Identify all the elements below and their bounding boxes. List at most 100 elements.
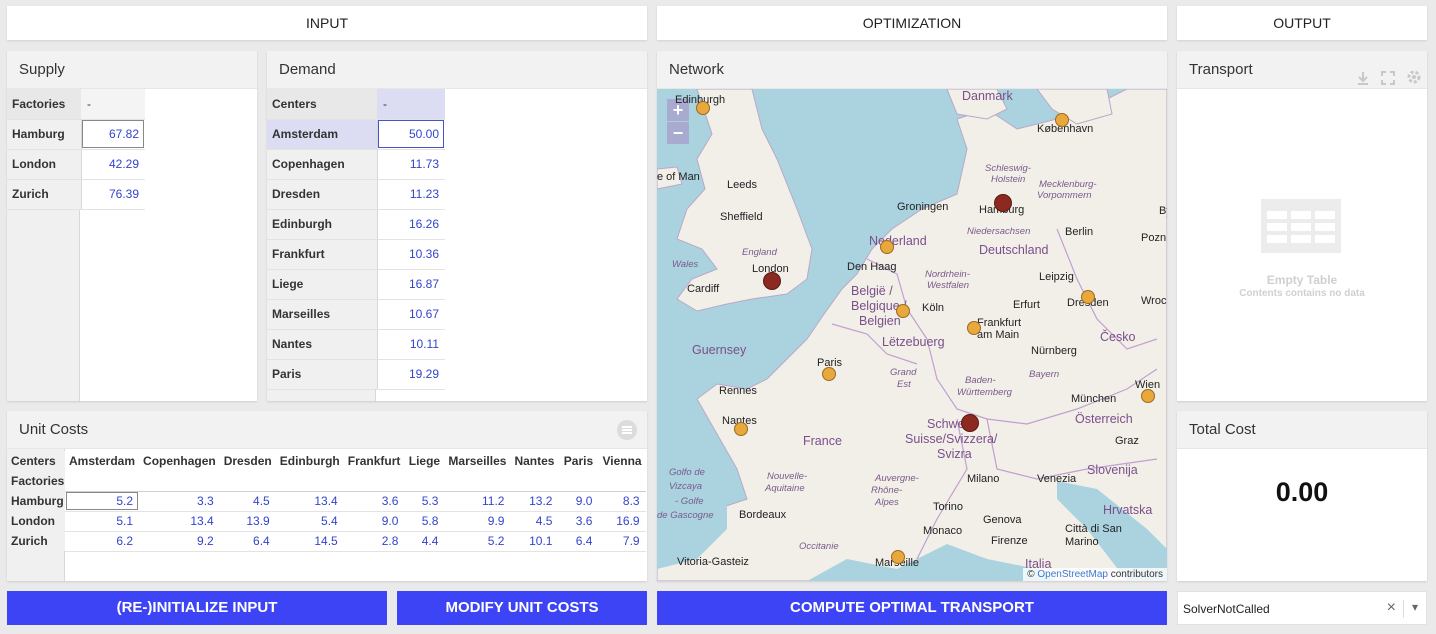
unit-cost-cell[interactable]: 3.6 bbox=[343, 491, 405, 512]
compute-optimal-transport-button[interactable]: COMPUTE OPTIMAL TRANSPORT bbox=[657, 591, 1167, 625]
optimization-header: OPTIMIZATION bbox=[657, 6, 1167, 40]
demand-cell[interactable]: 10.67 bbox=[377, 299, 445, 330]
factory-marker-london[interactable] bbox=[763, 272, 781, 290]
expand-icon[interactable] bbox=[1381, 62, 1395, 85]
center-marker-copenhagen[interactable] bbox=[1055, 113, 1069, 127]
map-label: am Main bbox=[977, 329, 1020, 341]
unit-cost-cell[interactable]: 5.1 bbox=[65, 511, 140, 532]
supply-value-header[interactable]: - bbox=[81, 89, 145, 120]
chevron-down-icon[interactable]: ▾ bbox=[1412, 600, 1418, 614]
unit-cost-cell[interactable]: 3.3 bbox=[139, 491, 220, 512]
unit-cost-cell[interactable]: 13.2 bbox=[510, 491, 559, 512]
unit-cost-cell[interactable]: 13.4 bbox=[275, 491, 344, 512]
factory-marker-zurich[interactable] bbox=[961, 414, 979, 432]
demand-cell[interactable]: 19.29 bbox=[377, 359, 445, 390]
total-cost-title: Total Cost bbox=[1177, 411, 1427, 449]
map-label: Venezia bbox=[1037, 473, 1077, 485]
center-marker-nantes[interactable] bbox=[734, 422, 748, 436]
unit-cost-cell[interactable]: 9.2 bbox=[139, 531, 220, 552]
map-label: Köln bbox=[922, 302, 945, 314]
supply-cell[interactable]: 67.82 bbox=[81, 119, 145, 150]
table-row: Hamburg 5.2 3.3 4.5 13.4 3.6 5.3 11.2 13… bbox=[7, 491, 646, 512]
map-label: Rhône- bbox=[871, 485, 903, 496]
supply-title: Supply bbox=[7, 51, 257, 89]
unit-costs-column-header: Vienna bbox=[602, 454, 642, 468]
center-marker-frankfurt[interactable] bbox=[967, 321, 981, 335]
map-label: Grand bbox=[890, 367, 917, 378]
clear-icon[interactable]: × bbox=[1387, 599, 1396, 617]
demand-cell[interactable]: 10.11 bbox=[377, 329, 445, 360]
unit-cost-cell[interactable]: 7.9 bbox=[598, 531, 646, 552]
unit-cost-cell[interactable]: 5.2 bbox=[65, 491, 140, 512]
center-marker-paris[interactable] bbox=[822, 367, 836, 381]
unit-cost-cell[interactable]: 5.8 bbox=[404, 511, 445, 532]
demand-cell[interactable]: 11.73 bbox=[377, 149, 445, 180]
download-icon[interactable] bbox=[1357, 62, 1369, 85]
map-label: Danmark bbox=[962, 89, 1013, 103]
map-label: Česko bbox=[1100, 330, 1136, 344]
unit-cost-cell[interactable]: 6.4 bbox=[219, 531, 276, 552]
unit-cost-cell[interactable]: 11.2 bbox=[444, 491, 511, 512]
openstreetmap-link[interactable]: OpenStreetMap bbox=[1037, 569, 1108, 580]
supply-cell[interactable]: 42.29 bbox=[81, 149, 145, 180]
unit-cost-cell[interactable]: 13.4 bbox=[139, 511, 220, 532]
unit-cost-cell[interactable]: 4.4 bbox=[404, 531, 445, 552]
map-label: Niedersachsen bbox=[967, 226, 1031, 237]
factory-marker-hamburg[interactable] bbox=[994, 194, 1012, 212]
unit-cost-cell[interactable]: 10.1 bbox=[510, 531, 559, 552]
center-marker-liege[interactable] bbox=[896, 304, 910, 318]
demand-row-label: Copenhagen bbox=[267, 149, 378, 180]
unit-cost-cell[interactable]: 6.4 bbox=[558, 531, 599, 552]
map-label: Deutschland bbox=[979, 243, 1049, 257]
unit-costs-row-label: Zurich bbox=[7, 531, 65, 551]
unit-cost-cell[interactable]: 5.3 bbox=[404, 491, 445, 512]
map-label: Torino bbox=[933, 501, 963, 513]
unit-cost-cell[interactable]: 13.9 bbox=[219, 511, 276, 532]
map-label: Leipzig bbox=[1039, 271, 1074, 283]
unit-cost-cell[interactable]: 9.0 bbox=[343, 511, 405, 532]
unit-cost-cell[interactable]: 2.8 bbox=[343, 531, 405, 552]
unit-cost-cell[interactable]: 9.0 bbox=[558, 491, 599, 512]
map-label: Vorpommern bbox=[1037, 190, 1092, 201]
center-marker-marseilles[interactable] bbox=[891, 550, 905, 564]
demand-cell[interactable]: 16.26 bbox=[377, 209, 445, 240]
supply-cell[interactable]: 76.39 bbox=[81, 179, 145, 210]
demand-cell[interactable]: 50.00 bbox=[377, 119, 445, 150]
demand-cell[interactable]: 16.87 bbox=[377, 269, 445, 300]
network-map[interactable]: + − Danmark København Edinburgh e of Man… bbox=[657, 89, 1167, 581]
map-label: Österreich bbox=[1075, 412, 1133, 426]
menu-icon[interactable] bbox=[617, 420, 637, 440]
unit-cost-cell[interactable]: 3.6 bbox=[558, 511, 599, 532]
gear-icon[interactable] bbox=[1407, 61, 1421, 84]
solver-status-select[interactable]: SolverNotCalled × ▾ bbox=[1177, 591, 1427, 625]
demand-cell[interactable]: 11.23 bbox=[377, 179, 445, 210]
unit-cost-cell[interactable]: 4.5 bbox=[219, 491, 276, 512]
map-label: Bayern bbox=[1029, 369, 1060, 380]
map-label: Rennes bbox=[719, 385, 757, 397]
unit-cost-cell[interactable]: 8.3 bbox=[598, 491, 646, 512]
total-cost-value: 0.00 bbox=[1275, 477, 1329, 507]
unit-cost-cell[interactable]: 4.5 bbox=[510, 511, 559, 532]
map-label: Holstein bbox=[991, 174, 1026, 185]
map-label: Mecklenburg- bbox=[1039, 179, 1097, 190]
center-marker-amsterdam[interactable] bbox=[880, 240, 894, 254]
center-marker-vienna[interactable] bbox=[1141, 389, 1155, 403]
unit-cost-cell[interactable]: 14.5 bbox=[275, 531, 344, 552]
unit-cost-cell[interactable]: 5.2 bbox=[444, 531, 511, 552]
reinitialize-input-button[interactable]: (RE-)INITIALIZE INPUT bbox=[7, 591, 387, 625]
center-marker-dresden[interactable] bbox=[1081, 290, 1095, 304]
modify-unit-costs-button[interactable]: MODIFY UNIT COSTS bbox=[397, 591, 647, 625]
unit-cost-cell[interactable]: 5.4 bbox=[275, 511, 344, 532]
unit-costs-column-header: Paris bbox=[563, 454, 594, 468]
map-label: By bbox=[1159, 205, 1167, 217]
demand-value-header[interactable]: - bbox=[377, 89, 445, 120]
unit-cost-cell[interactable]: 6.2 bbox=[65, 531, 140, 552]
demand-corner-header: Centers bbox=[267, 89, 377, 120]
zoom-out-button[interactable]: − bbox=[667, 122, 689, 144]
unit-cost-cell[interactable]: 16.9 bbox=[598, 511, 646, 532]
unit-cost-cell[interactable]: 9.9 bbox=[444, 511, 511, 532]
supply-row-label: London bbox=[7, 149, 82, 180]
demand-cell[interactable]: 10.36 bbox=[377, 239, 445, 270]
center-marker-edinburgh[interactable] bbox=[696, 101, 710, 115]
map-label: Guernsey bbox=[692, 343, 747, 357]
